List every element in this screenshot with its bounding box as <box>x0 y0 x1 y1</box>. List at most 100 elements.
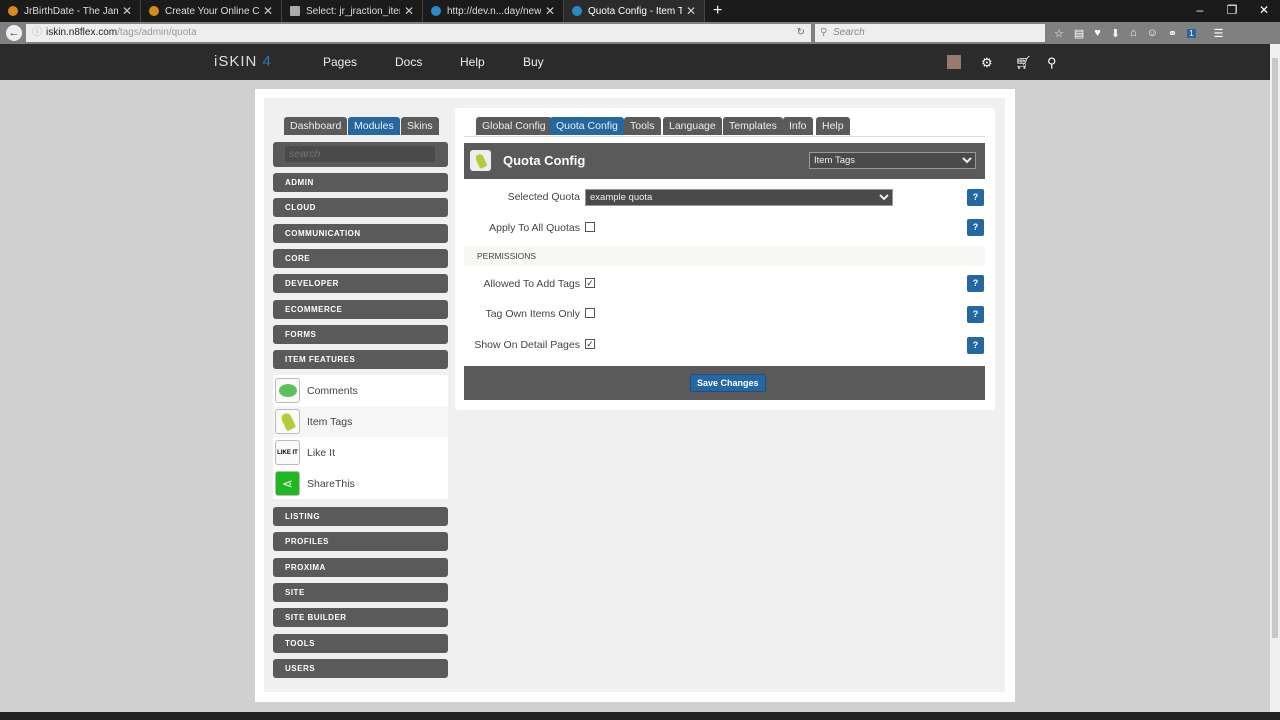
taskbar <box>0 712 1280 720</box>
new-tab-button[interactable]: + <box>713 2 722 20</box>
module-select[interactable]: Item Tags <box>809 152 976 169</box>
category-tools[interactable]: TOOLS <box>273 634 448 653</box>
tab-tools[interactable]: Tools <box>624 117 661 135</box>
tab-quota-config[interactable]: Quota Config <box>550 117 624 135</box>
favicon-icon <box>8 6 18 16</box>
page-scrollbar[interactable] <box>1270 44 1280 712</box>
module-search <box>273 142 448 167</box>
category-listing[interactable]: LISTING <box>273 507 448 526</box>
globe-icon <box>431 6 441 16</box>
help-button[interactable]: ? <box>967 219 984 236</box>
pocket-icon[interactable]: ♥ <box>1094 27 1101 39</box>
tag-own-items-label: Tag Own Items Only <box>485 308 580 320</box>
apply-all-label: Apply To All Quotas <box>489 222 580 234</box>
browser-tab[interactable]: http://dev.n...day/new_day✕ <box>423 0 564 22</box>
home-icon[interactable]: ⌂ <box>1130 27 1137 39</box>
globe-icon <box>572 6 582 16</box>
category-core[interactable]: CORE <box>273 249 448 268</box>
selected-quota-select[interactable]: example quota <box>585 189 893 206</box>
restore-button[interactable]: ❐ <box>1216 0 1248 20</box>
nav-help[interactable]: Help <box>460 55 485 69</box>
tab-modules[interactable]: Modules <box>348 117 400 135</box>
nav-buy[interactable]: Buy <box>523 55 544 69</box>
close-icon[interactable]: ✕ <box>686 4 696 18</box>
speech-bubble-icon <box>275 378 300 403</box>
minimize-button[interactable]: – <box>1184 0 1216 20</box>
config-header: Quota Config Item Tags <box>464 143 985 179</box>
tag-icon <box>275 409 300 434</box>
browser-tab[interactable]: Create Your Online Com...✕ <box>141 0 282 22</box>
menu-icon[interactable]: ☰ <box>1214 27 1224 40</box>
tag-icon <box>470 150 491 171</box>
gear-icon[interactable]: ⚙ <box>981 55 993 71</box>
search-icon: ⚲ <box>820 27 828 38</box>
category-profiles[interactable]: PROFILES <box>273 532 448 551</box>
close-icon[interactable]: ✕ <box>404 4 414 18</box>
nav-docs[interactable]: Docs <box>395 55 422 69</box>
browser-tab-active[interactable]: Quota Config - Item Tags ...✕ <box>564 0 705 22</box>
close-icon[interactable]: ✕ <box>122 4 132 18</box>
site-logo[interactable]: iSKIN 4 <box>214 53 272 70</box>
close-icon[interactable]: ✕ <box>545 4 555 18</box>
help-button[interactable]: ? <box>967 306 984 323</box>
cart-icon[interactable]: 🛒︎ <box>1015 55 1032 71</box>
tag-own-items-checkbox[interactable] <box>585 308 595 318</box>
emoji-icon[interactable]: ☺ <box>1147 27 1158 39</box>
module-comments[interactable]: Comments <box>273 375 448 406</box>
back-button[interactable]: ← <box>6 25 22 41</box>
search-icon[interactable]: ⚲ <box>1047 55 1057 71</box>
category-site[interactable]: SITE <box>273 583 448 602</box>
apply-all-checkbox[interactable] <box>585 222 595 232</box>
tab-info[interactable]: Info <box>783 117 813 135</box>
module-search-input[interactable] <box>285 146 435 162</box>
module-like-it[interactable]: LIKE IT Like It <box>273 437 448 468</box>
browser-search-input[interactable]: ⚲ Search <box>815 24 1045 42</box>
bookmark-star-icon[interactable]: ☆ <box>1054 27 1064 40</box>
site-nav: iSKIN 4 Pages Docs Help Buy ⚙ 🛒︎ ⚲ <box>0 44 1270 80</box>
allowed-add-tags-checkbox[interactable]: ✓ <box>585 278 595 288</box>
extension-icon[interactable]: ⚭ <box>1168 27 1177 40</box>
tab-global-config[interactable]: Global Config <box>476 117 552 135</box>
tab-dashboard[interactable]: Dashboard <box>284 117 348 135</box>
nav-pages[interactable]: Pages <box>323 55 357 69</box>
allowed-add-tags-label: Allowed To Add Tags <box>483 278 580 290</box>
tab-skins[interactable]: Skins <box>401 117 439 135</box>
form-footer: Save Changes <box>464 366 985 400</box>
save-changes-button[interactable]: Save Changes <box>690 374 766 392</box>
help-button[interactable]: ? <box>967 337 984 354</box>
browser-tab-bar: JrBirthDate - The Jamroo...✕ Create Your… <box>0 0 1280 22</box>
download-icon[interactable]: ⬇ <box>1111 27 1120 40</box>
help-button[interactable]: ? <box>967 189 984 206</box>
like-it-icon: LIKE IT <box>275 440 300 465</box>
category-site-builder[interactable]: SITE BUILDER <box>273 608 448 627</box>
user-avatar[interactable] <box>947 55 961 69</box>
selected-quota-label: Selected Quota <box>507 191 580 203</box>
favicon-icon <box>290 6 300 16</box>
reload-icon[interactable]: ↻ <box>797 24 805 42</box>
category-users[interactable]: USERS <box>273 659 448 678</box>
category-admin[interactable]: ADMIN <box>273 173 448 192</box>
reading-list-icon[interactable]: ▤ <box>1074 27 1084 40</box>
share-icon: ⋖ <box>275 471 300 496</box>
category-proxima[interactable]: PROXIMA <box>273 558 448 577</box>
scrollbar-thumb[interactable] <box>1272 58 1278 638</box>
category-item-features[interactable]: ITEM FEATURES <box>273 350 448 369</box>
show-detail-pages-checkbox[interactable]: ✓ <box>585 339 595 349</box>
browser-tab[interactable]: Select: jr_jraction_item_ke...✕ <box>282 0 423 22</box>
browser-tab[interactable]: JrBirthDate - The Jamroo...✕ <box>0 0 141 22</box>
tab-help[interactable]: Help <box>816 117 850 135</box>
page-title: Quota Config <box>503 153 586 168</box>
info-icon: ⓘ <box>32 27 42 38</box>
permissions-section: PERMISSIONS <box>464 246 985 266</box>
close-window-button[interactable]: ✕ <box>1248 0 1280 20</box>
help-button[interactable]: ? <box>967 275 984 292</box>
tab-language[interactable]: Language <box>663 117 722 135</box>
module-item-tags[interactable]: Item Tags <box>273 406 448 437</box>
url-field[interactable]: ⓘ iskin.n8flex.com/tags/admin/quota ↻ <box>26 24 811 42</box>
show-detail-pages-label: Show On Detail Pages <box>474 339 580 351</box>
favicon-icon <box>149 6 159 16</box>
extension-badge[interactable]: 1 <box>1187 28 1196 38</box>
tab-templates[interactable]: Templates <box>723 117 783 135</box>
module-sharethis[interactable]: ⋖ ShareThis <box>273 468 448 499</box>
close-icon[interactable]: ✕ <box>263 4 273 18</box>
